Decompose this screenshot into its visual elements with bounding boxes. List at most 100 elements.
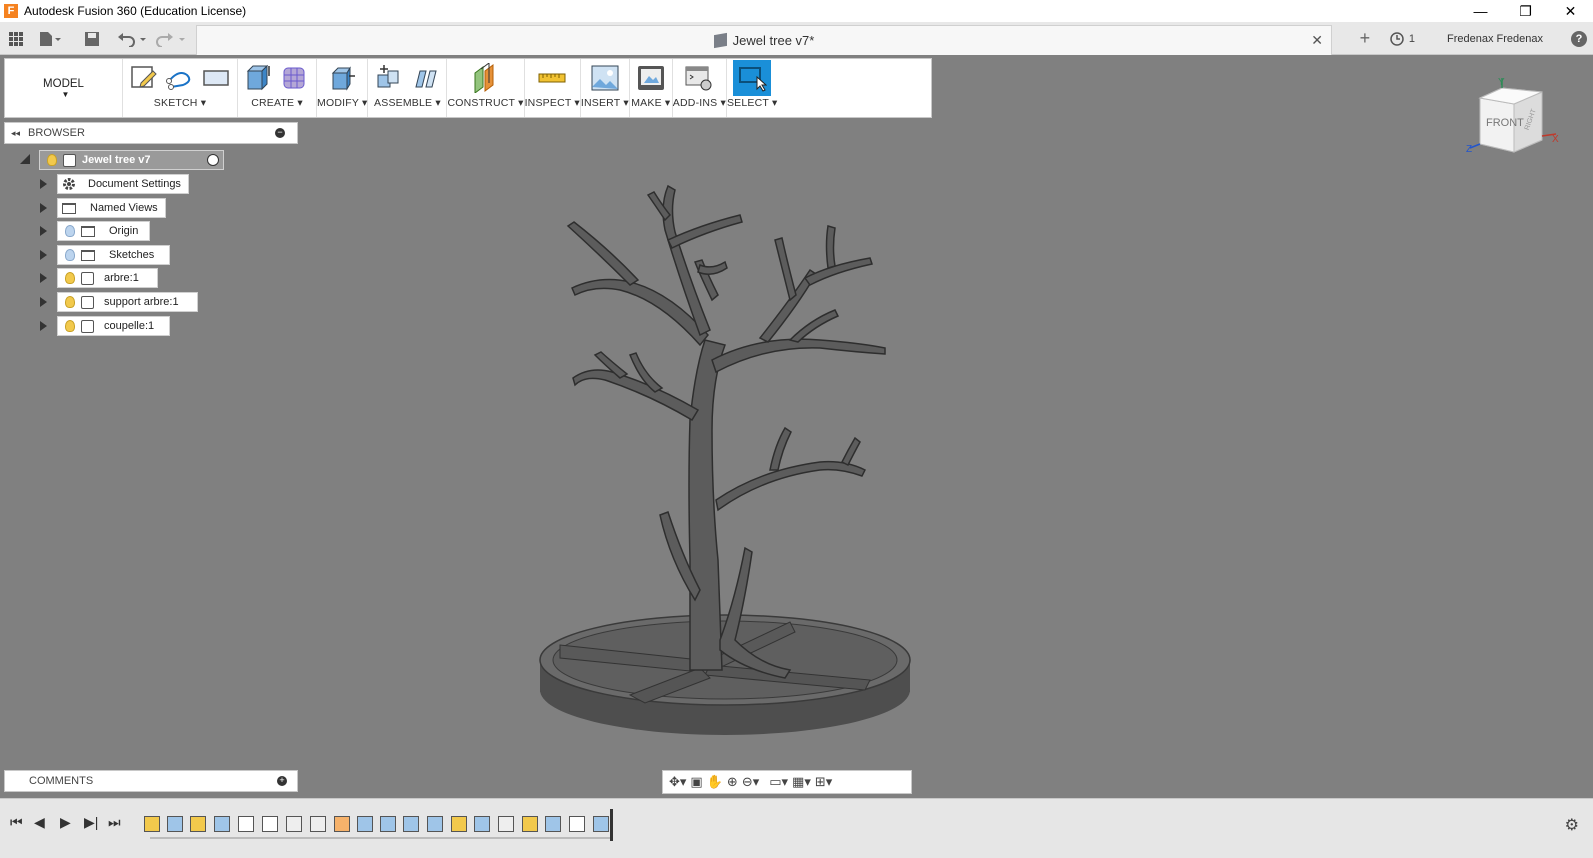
toolbar-group-label[interactable]: MODIFY ▾ <box>317 97 367 109</box>
toolbar-group-label[interactable]: SELECT ▾ <box>727 97 777 109</box>
timeline-feature-move[interactable] <box>310 816 326 832</box>
timeline-feature-fillet[interactable] <box>334 816 350 832</box>
browser-item-document-settings[interactable]: Document Settings <box>38 174 198 194</box>
toolbar-group-label[interactable]: CREATE ▾ <box>251 97 303 109</box>
timeline-feature-move[interactable] <box>498 816 514 832</box>
press-pull-icon[interactable] <box>327 63 357 93</box>
browser-item-arbre[interactable]: arbre:1 <box>38 268 198 288</box>
expanded-triangle-icon[interactable] <box>20 154 30 164</box>
timeline-feature-revolve[interactable] <box>474 816 490 832</box>
select-button[interactable] <box>733 60 772 96</box>
user-account-button[interactable]: Fredenax Fredenax <box>1447 33 1543 45</box>
timeline-feature-sketch[interactable] <box>190 816 206 832</box>
timeline-feature-component[interactable] <box>427 816 443 832</box>
minimize-button[interactable]: — <box>1458 0 1503 22</box>
browser-item-sketches[interactable]: Sketches <box>38 245 198 265</box>
timeline-feature-joint[interactable] <box>569 816 585 832</box>
visibility-bulb-icon[interactable] <box>47 154 57 166</box>
timeline-feature-joint[interactable] <box>262 816 278 832</box>
orbit-icon[interactable]: ✥▾ <box>669 774 686 790</box>
browser-node[interactable]: arbre:1 <box>57 268 158 288</box>
rectangle-icon[interactable] <box>201 63 231 93</box>
close-tab-icon[interactable]: ✕ <box>1311 32 1323 49</box>
undo-button[interactable] <box>116 28 148 50</box>
timeline-feature-component[interactable] <box>593 816 609 832</box>
visibility-bulb-icon[interactable] <box>65 225 75 237</box>
browser-item-support-arbre[interactable]: support arbre:1 <box>38 292 218 312</box>
measure-icon[interactable] <box>537 63 567 93</box>
visibility-bulb-icon[interactable] <box>65 249 75 261</box>
offset-plane-icon[interactable] <box>471 63 501 93</box>
timeline-feature-extrude[interactable] <box>545 816 561 832</box>
toolbar-group-label[interactable]: SKETCH ▾ <box>154 97 206 109</box>
insert-image-icon[interactable] <box>590 63 620 93</box>
browser-item-coupelle[interactable]: coupelle:1 <box>38 316 198 336</box>
plus-circle-icon[interactable]: + <box>277 776 287 786</box>
expand-triangle-icon[interactable] <box>40 203 47 213</box>
grid-settings-icon[interactable]: ▦▾ <box>792 774 811 790</box>
scripts-addins-icon[interactable] <box>684 63 714 93</box>
extrude-icon[interactable] <box>244 63 274 93</box>
toolbar-group-label[interactable]: INSERT ▾ <box>581 97 629 109</box>
browser-node[interactable]: Document Settings <box>57 174 189 194</box>
timeline-feature-component[interactable] <box>357 816 373 832</box>
browser-node[interactable]: coupelle:1 <box>57 316 170 336</box>
timeline-feature-extrude[interactable] <box>167 816 183 832</box>
step-forward-icon[interactable]: ▶| <box>84 814 98 831</box>
restore-button[interactable]: ❐ <box>1503 0 1548 22</box>
redo-button[interactable] <box>156 28 188 50</box>
data-panel-button[interactable] <box>8 28 24 50</box>
file-menu-button[interactable] <box>38 28 62 50</box>
timeline-track[interactable] <box>150 837 612 839</box>
expand-triangle-icon[interactable] <box>40 250 47 260</box>
toolbar-group-label[interactable]: ASSEMBLE ▾ <box>374 97 441 109</box>
timeline-feature-sketch[interactable] <box>522 816 538 832</box>
joint-icon[interactable] <box>410 63 440 93</box>
comments-panel-header[interactable]: COMMENTS + <box>4 770 298 792</box>
view-cube[interactable]: FRONT RIGHT Y X Z <box>1466 76 1562 158</box>
browser-node[interactable]: Sketches <box>57 245 170 265</box>
browser-root-node[interactable]: Jewel tree v7 <box>39 150 224 170</box>
expand-triangle-icon[interactable] <box>40 226 47 236</box>
help-button[interactable]: ? <box>1571 30 1587 47</box>
display-settings-icon[interactable]: ▭▾ <box>769 774 788 790</box>
look-at-icon[interactable]: ▣ <box>690 774 702 790</box>
line-icon[interactable] <box>165 63 195 93</box>
minus-circle-icon[interactable]: − <box>275 128 285 138</box>
toolbar-group-label[interactable]: INSPECT ▾ <box>525 97 580 109</box>
timeline-marker[interactable] <box>610 809 613 841</box>
browser-root-row[interactable]: Jewel tree v7 <box>20 150 224 170</box>
timeline-feature-component[interactable] <box>403 816 419 832</box>
canvas-viewport[interactable] <box>0 118 1568 798</box>
visibility-bulb-icon[interactable] <box>65 296 75 308</box>
timeline-feature-extrude[interactable] <box>214 816 230 832</box>
timeline-feature-move[interactable] <box>286 816 302 832</box>
browser-node[interactable]: Named Views <box>57 198 166 218</box>
zoom-fit-icon[interactable]: ⊕ <box>727 774 738 790</box>
timeline-feature-component[interactable] <box>380 816 396 832</box>
new-component-icon[interactable] <box>374 63 404 93</box>
job-status-button[interactable]: 1 <box>1390 31 1415 46</box>
toolbar-group-label[interactable]: CONSTRUCT ▾ <box>447 97 523 109</box>
zoom-icon[interactable]: ⊖▾ <box>742 774 759 790</box>
timeline-feature-sketch[interactable] <box>451 816 467 832</box>
browser-node[interactable]: Origin <box>57 221 150 241</box>
timeline-settings-gear-icon[interactable]: ⚙ <box>1565 815 1579 835</box>
expand-triangle-icon[interactable] <box>40 297 47 307</box>
expand-triangle-icon[interactable] <box>40 273 47 283</box>
close-window-button[interactable]: ✕ <box>1548 0 1593 22</box>
toolbar-group-label[interactable]: ADD-INS ▾ <box>673 97 726 109</box>
timeline-feature-sketch[interactable] <box>144 816 160 832</box>
pan-hand-icon[interactable]: ✋ <box>707 774 723 790</box>
play-icon[interactable]: ▶ <box>60 814 71 831</box>
save-button[interactable] <box>84 28 100 50</box>
activate-radio-icon[interactable] <box>207 154 219 166</box>
visibility-bulb-icon[interactable] <box>65 320 75 332</box>
create-sketch-icon[interactable] <box>129 63 159 93</box>
toolbar-group-label[interactable]: MAKE ▾ <box>631 97 670 109</box>
expand-triangle-icon[interactable] <box>40 179 47 189</box>
expand-triangle-icon[interactable] <box>40 321 47 331</box>
collapse-panel-icon[interactable]: ◂◂ <box>11 128 20 139</box>
visibility-bulb-icon[interactable] <box>65 272 75 284</box>
3d-print-icon[interactable] <box>636 63 666 93</box>
